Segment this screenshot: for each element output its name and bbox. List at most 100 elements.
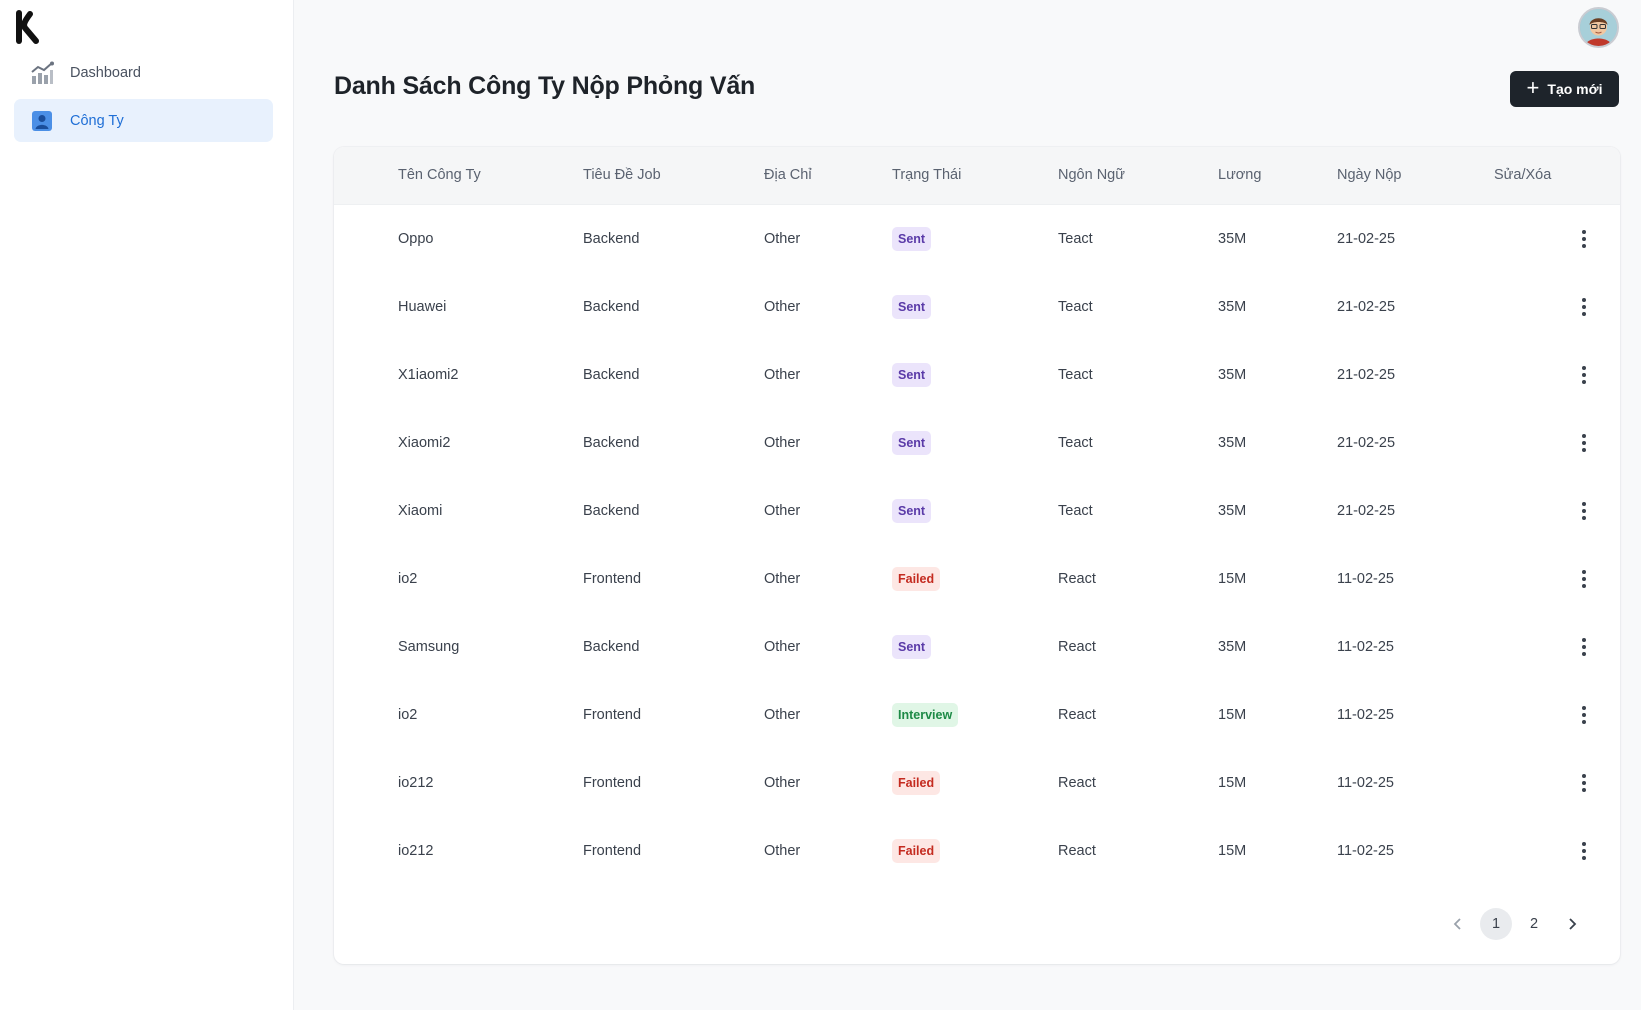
company-cell: Xiaomi <box>398 503 443 519</box>
column-header-date[interactable]: Ngày Nộp <box>1337 167 1401 183</box>
chevron-left-icon[interactable] <box>1442 908 1474 940</box>
address-cell: Other <box>764 367 801 383</box>
column-header-language[interactable]: Ngôn Ngữ <box>1058 167 1125 183</box>
address-cell: Other <box>764 299 801 315</box>
sidebar: Dashboard Công Ty <box>0 0 294 1010</box>
company-cell: io212 <box>398 843 434 859</box>
salary-cell: 35M <box>1218 231 1247 247</box>
address-cell: Other <box>764 571 801 587</box>
table-row[interactable]: Xiaomi2 Backend Other Teact 35M 21-02-25 Sent <box>334 409 1620 477</box>
user-card-icon <box>30 109 54 133</box>
address-cell: Other <box>764 231 801 247</box>
page-title: Danh Sách Công Ty Nộp Phỏng Vấn <box>334 72 756 100</box>
job-title-cell: Frontend <box>583 707 642 723</box>
salary-cell: 35M <box>1218 299 1247 315</box>
language-cell: Teact <box>1058 367 1093 383</box>
status-badge: Sent <box>892 499 932 523</box>
logo-icon[interactable] <box>16 10 46 44</box>
language-cell: React <box>1058 843 1096 859</box>
more-vertical-icon[interactable] <box>1574 771 1594 795</box>
column-header-status[interactable]: Trạng Thái <box>892 167 961 183</box>
table-header: Tên Công Ty Tiêu Đề Job Địa Chỉ Trạng Th… <box>334 147 1620 205</box>
avatar[interactable] <box>1578 7 1619 48</box>
language-cell: React <box>1058 639 1096 655</box>
more-vertical-icon[interactable] <box>1574 431 1594 455</box>
address-cell: Other <box>764 639 801 655</box>
column-header-company[interactable]: Tên Công Ty <box>398 167 481 183</box>
sidebar-item-dashboard[interactable]: Dashboard <box>14 51 273 94</box>
language-cell: React <box>1058 707 1096 723</box>
job-title-cell: Frontend <box>583 843 642 859</box>
more-vertical-icon[interactable] <box>1574 839 1594 863</box>
date-cell: 11-02-25 <box>1337 571 1394 587</box>
date-cell: 11-02-25 <box>1337 707 1394 723</box>
table-row[interactable]: X1iaomi2 Backend Other Teact 35M 21-02-25 Sent <box>334 341 1620 409</box>
job-title-cell: Frontend <box>583 775 642 791</box>
column-header-salary[interactable]: Lương <box>1218 167 1261 183</box>
sidebar-item-label: Dashboard <box>70 64 141 81</box>
job-title-cell: Backend <box>583 503 640 519</box>
chevron-right-icon[interactable] <box>1556 908 1588 940</box>
status-badge: Sent <box>892 295 932 319</box>
create-button-label: Tạo mới <box>1547 81 1603 97</box>
pagination: 1 2 <box>1442 908 1594 940</box>
more-vertical-icon[interactable] <box>1574 635 1594 659</box>
salary-cell: 35M <box>1218 503 1247 519</box>
table-row[interactable]: io2 Frontend Other React 15M 11-02-25 Intervie… <box>334 681 1620 749</box>
language-cell: Teact <box>1058 231 1093 247</box>
salary-cell: 15M <box>1218 843 1247 859</box>
table-row[interactable]: Samsung Backend Other React 35M 11-02-25 Sent <box>334 613 1620 681</box>
date-cell: 11-02-25 <box>1337 775 1394 791</box>
status-badge: Failed <box>892 839 941 863</box>
salary-cell: 35M <box>1218 639 1247 655</box>
company-cell: Samsung <box>398 639 460 655</box>
company-cell: Oppo <box>398 231 434 247</box>
date-cell: 11-02-25 <box>1337 843 1394 859</box>
salary-cell: 35M <box>1218 435 1247 451</box>
table-row[interactable]: Huawei Backend Other Teact 35M 21-02-25 Sent <box>334 273 1620 341</box>
company-cell: io212 <box>398 775 434 791</box>
plus-icon: + <box>1526 75 1540 100</box>
more-vertical-icon[interactable] <box>1574 227 1594 251</box>
job-title-cell: Backend <box>583 299 640 315</box>
language-cell: Teact <box>1058 435 1093 451</box>
date-cell: 21-02-25 <box>1337 231 1396 247</box>
more-vertical-icon[interactable] <box>1574 295 1594 319</box>
sidebar-item-company[interactable]: Công Ty <box>14 99 273 142</box>
language-cell: Teact <box>1058 299 1093 315</box>
status-badge: Sent <box>892 363 932 387</box>
job-title-cell: Backend <box>583 639 640 655</box>
date-cell: 21-02-25 <box>1337 367 1396 383</box>
page-button-2[interactable]: 2 <box>1518 908 1550 940</box>
table-row[interactable]: io212 Frontend Other React 15M 11-02-25 Failed <box>334 749 1620 817</box>
column-header-address[interactable]: Địa Chỉ <box>764 167 812 183</box>
more-vertical-icon[interactable] <box>1574 703 1594 727</box>
job-title-cell: Backend <box>583 231 640 247</box>
job-title-cell: Backend <box>583 435 640 451</box>
more-vertical-icon[interactable] <box>1574 567 1594 591</box>
job-title-cell: Frontend <box>583 571 642 587</box>
page-button-1[interactable]: 1 <box>1480 908 1512 940</box>
sidebar-item-label: Công Ty <box>70 112 124 129</box>
column-header-job[interactable]: Tiêu Đề Job <box>583 167 661 183</box>
chart-icon <box>30 61 54 85</box>
salary-cell: 15M <box>1218 775 1247 791</box>
more-vertical-icon[interactable] <box>1574 363 1594 387</box>
more-vertical-icon[interactable] <box>1574 499 1594 523</box>
table-row[interactable]: Xiaomi Backend Other Teact 35M 21-02-25 Sent <box>334 477 1620 545</box>
company-cell: io2 <box>398 571 418 587</box>
date-cell: 21-02-25 <box>1337 435 1396 451</box>
status-badge: Sent <box>892 431 932 455</box>
address-cell: Other <box>764 843 801 859</box>
create-button[interactable]: + Tạo mới <box>1510 71 1619 107</box>
table-row[interactable]: io212 Frontend Other React 15M 11-02-25 Failed <box>334 817 1620 885</box>
language-cell: React <box>1058 571 1096 587</box>
status-badge: Interview <box>892 703 959 727</box>
address-cell: Other <box>764 435 801 451</box>
company-cell: X1iaomi2 <box>398 367 459 383</box>
app: Dashboard Công Ty Danh Sách Công Ty Nộp … <box>0 0 1641 1010</box>
table-row[interactable]: io2 Frontend Other React 15M 11-02-25 Failed <box>334 545 1620 613</box>
table-row[interactable]: Oppo Backend Other Teact 35M 21-02-25 Sent <box>334 205 1620 273</box>
date-cell: 21-02-25 <box>1337 299 1396 315</box>
company-cell: Xiaomi2 <box>398 435 451 451</box>
